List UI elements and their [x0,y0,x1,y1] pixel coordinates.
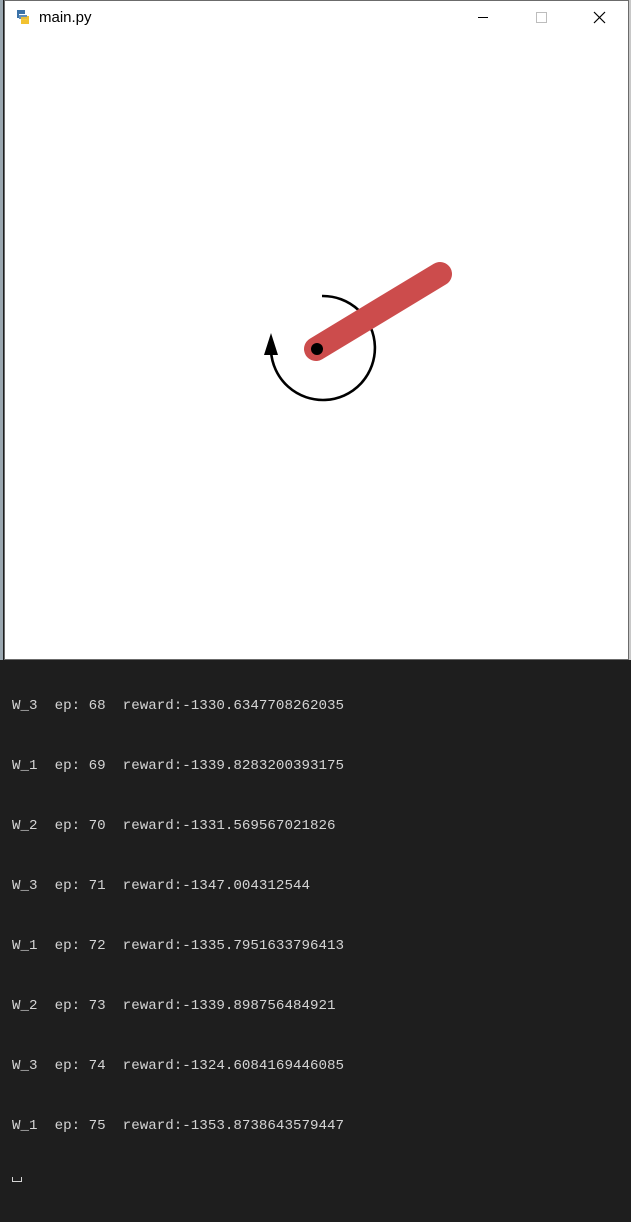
python-icon [15,9,31,25]
arrow-head-icon [264,333,278,355]
title-bar[interactable]: main.py [5,1,628,34]
pendulum-rod [304,262,452,361]
maximize-button[interactable] [518,1,564,34]
console-line: W_2 ep: 73 reward:-1339.898756484921 [12,998,336,1014]
console-output: W_3 ep: 68 reward:-1330.6347708262035 W_… [12,656,344,1222]
background-window-edge [0,0,3,660]
console-line: W_2 ep: 70 reward:-1331.569567021826 [12,818,336,834]
console-line: W_3 ep: 68 reward:-1330.6347708262035 [12,698,345,714]
window-title: main.py [39,9,92,26]
console-cursor [12,1177,22,1182]
console-line: W_1 ep: 75 reward:-1353.8738643579447 [12,1118,345,1134]
console-line: W_1 ep: 72 reward:-1335.7951633796413 [12,938,345,954]
render-window: main.py [4,0,629,660]
maximize-icon [536,12,547,23]
console-line: W_3 ep: 74 reward:-1324.6084169446085 [12,1058,345,1074]
close-button[interactable] [577,1,623,34]
pendulum-canvas [5,34,628,659]
console-line: W_3 ep: 71 reward:-1347.004312544 [12,878,310,894]
minimize-button[interactable] [460,1,506,34]
console-line: W_1 ep: 69 reward:-1339.8283200393175 [12,758,345,774]
close-icon [593,11,606,24]
minimize-icon [478,17,488,18]
pendulum-pivot [311,343,323,355]
